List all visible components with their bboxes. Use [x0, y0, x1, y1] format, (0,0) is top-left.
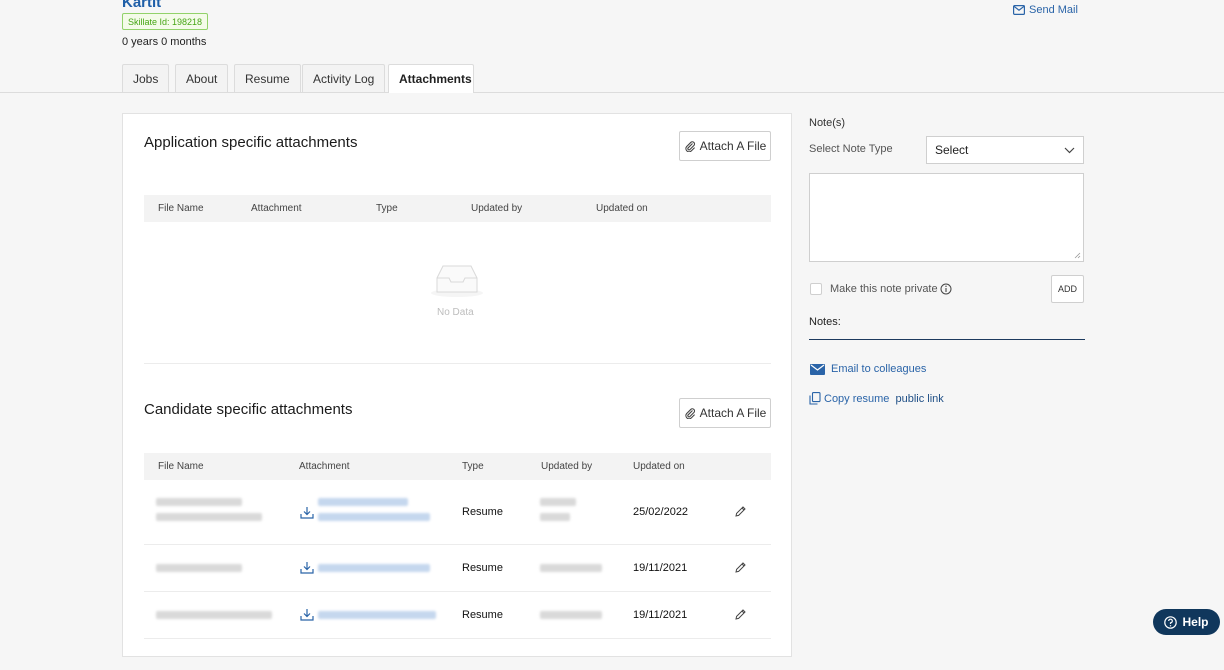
download-icon[interactable] — [300, 561, 314, 574]
experience-text: 0 years 0 months — [122, 36, 207, 48]
edit-icon[interactable] — [734, 608, 747, 621]
column-updated-by: Updated by — [541, 461, 593, 472]
column-updated-by: Updated by — [471, 203, 523, 214]
edit-icon[interactable] — [734, 561, 747, 574]
file-name-redacted — [156, 513, 262, 521]
tabs-divider — [0, 92, 1224, 93]
attach-file-button[interactable]: Attach A File — [679, 131, 771, 161]
note-type-select-value: Select — [935, 143, 969, 157]
tab-jobs[interactable]: Jobs — [122, 64, 170, 92]
paperclip-icon — [685, 408, 695, 419]
select-note-type-label: Select Note Type — [809, 143, 893, 155]
edit-icon[interactable] — [734, 505, 747, 518]
public-link-label: public link — [895, 392, 944, 405]
candidate-table-header: File Name Attachment Type Updated by Upd… — [144, 453, 771, 480]
notes-list-label: Notes: — [809, 316, 841, 328]
download-icon[interactable] — [300, 506, 314, 519]
column-updated-on: Updated on — [633, 461, 685, 472]
notes-underline — [809, 339, 1085, 340]
info-icon[interactable] — [940, 283, 952, 295]
column-file-name: File Name — [158, 203, 204, 214]
private-note-label-group: Make this note private — [830, 283, 952, 295]
help-label: Help — [1182, 615, 1209, 629]
updated-by-redacted — [540, 611, 602, 619]
private-note-label: Make this note private — [830, 283, 938, 295]
tab-resume[interactable]: Resume — [234, 64, 301, 92]
column-attachment: Attachment — [299, 461, 350, 472]
envelope-icon — [810, 363, 825, 375]
updated-by-redacted — [540, 564, 602, 572]
copy-icon — [809, 392, 821, 405]
updated-by-redacted — [540, 513, 570, 521]
updated-on-cell: 25/02/2022 — [633, 506, 689, 518]
paperclip-icon — [685, 141, 695, 152]
type-cell: Resume — [462, 506, 503, 518]
copy-resume-link[interactable]: Copy resume public link — [809, 392, 944, 405]
attachment-link-redacted[interactable] — [318, 498, 408, 506]
type-cell: Resume — [462, 609, 503, 621]
tab-attachments[interactable]: Attachments — [388, 64, 474, 93]
column-type: Type — [376, 203, 398, 214]
attachment-link-redacted[interactable] — [318, 611, 436, 619]
notes-heading: Note(s) — [809, 117, 846, 129]
email-colleagues-label: Email to colleagues — [831, 363, 927, 375]
note-type-select[interactable]: Select — [926, 136, 1084, 164]
file-name-redacted — [156, 611, 272, 619]
attach-file-button[interactable]: Attach A File — [679, 398, 771, 428]
section-divider — [144, 363, 771, 364]
send-mail-link[interactable]: Send Mail — [1013, 4, 1078, 16]
attach-file-label: Attach A File — [699, 406, 767, 420]
table-row: Resume 19/11/2021 — [144, 545, 771, 591]
help-button[interactable]: Help — [1153, 609, 1220, 635]
column-type: Type — [462, 461, 484, 472]
attach-file-label: Attach A File — [699, 139, 767, 153]
download-icon[interactable] — [300, 608, 314, 621]
send-mail-label: Send Mail — [1029, 4, 1078, 16]
chevron-down-icon — [1064, 147, 1075, 154]
table-row: Resume 25/02/2022 — [144, 480, 771, 544]
application-attachments-title: Application specific attachments — [144, 134, 358, 151]
application-table-header: File Name Attachment Type Updated by Upd… — [144, 195, 771, 222]
candidate-attachments-title: Candidate specific attachments — [144, 401, 353, 418]
tab-about[interactable]: About — [175, 64, 229, 92]
mail-icon — [1013, 5, 1025, 15]
no-data-text: No Data — [437, 307, 474, 318]
add-note-button[interactable]: ADD — [1051, 275, 1084, 303]
updated-by-redacted — [540, 498, 576, 506]
attachment-link-redacted[interactable] — [318, 564, 430, 572]
email-colleagues-link[interactable]: Email to colleagues — [810, 363, 926, 375]
copy-resume-label: Copy resume — [824, 392, 893, 405]
table-row: Resume 19/11/2021 — [144, 592, 771, 638]
candidate-name: Kartit — [122, 0, 162, 11]
updated-on-cell: 19/11/2021 — [633, 562, 688, 574]
attachment-link-redacted[interactable] — [318, 513, 430, 521]
column-attachment: Attachment — [251, 203, 302, 214]
file-name-redacted — [156, 498, 242, 506]
column-updated-on: Updated on — [596, 203, 648, 214]
private-note-checkbox[interactable] — [810, 283, 822, 295]
updated-on-cell: 19/11/2021 — [633, 609, 688, 621]
type-cell: Resume — [462, 562, 503, 574]
row-divider — [144, 638, 771, 639]
resize-handle-icon[interactable] — [1074, 252, 1081, 259]
question-icon — [1164, 615, 1178, 629]
note-textarea[interactable] — [809, 173, 1084, 262]
empty-inbox-icon — [431, 265, 483, 297]
skillate-id-badge: Skillate Id: 198218 — [122, 13, 209, 30]
tab-activity-log[interactable]: Activity Log — [302, 64, 386, 92]
file-name-redacted — [156, 564, 242, 572]
column-file-name: File Name — [158, 461, 204, 472]
